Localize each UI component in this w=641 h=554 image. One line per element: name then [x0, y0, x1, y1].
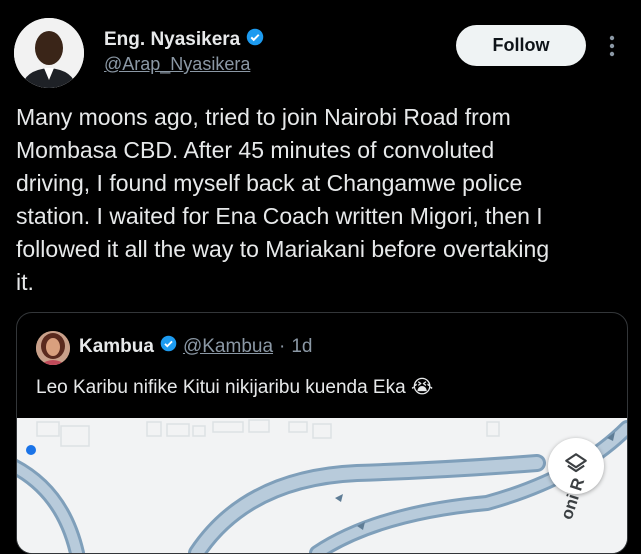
- quoted-author-avatar[interactable]: [36, 331, 70, 365]
- author-name-row[interactable]: Eng. Nyasikera: [104, 28, 264, 51]
- quoted-handle[interactable]: @Kambua: [183, 336, 273, 358]
- quoted-tweet-text: Leo Karibu nifike Kitui nikijaribu kuend…: [36, 377, 434, 398]
- more-options-icon[interactable]: [602, 34, 622, 58]
- verified-badge-icon: [160, 335, 177, 358]
- author-handle[interactable]: @Arap_Nyasikera: [104, 54, 250, 75]
- separator-dot: ·: [279, 335, 286, 357]
- quoted-tweet-card[interactable]: Kambua @Kambua · 1d Leo Karibu nifike Ki…: [16, 312, 628, 554]
- author-display-name[interactable]: Eng. Nyasikera: [104, 29, 240, 51]
- author-avatar[interactable]: [14, 18, 84, 88]
- quoted-header[interactable]: Kambua @Kambua · 1d: [79, 335, 313, 358]
- quoted-timestamp[interactable]: 1d: [291, 336, 312, 358]
- quoted-display-name[interactable]: Kambua: [79, 336, 154, 358]
- verified-badge-icon: [246, 28, 264, 51]
- follow-button[interactable]: Follow: [456, 25, 586, 66]
- tweet-text: Many moons ago, tried to join Nairobi Ro…: [16, 104, 550, 295]
